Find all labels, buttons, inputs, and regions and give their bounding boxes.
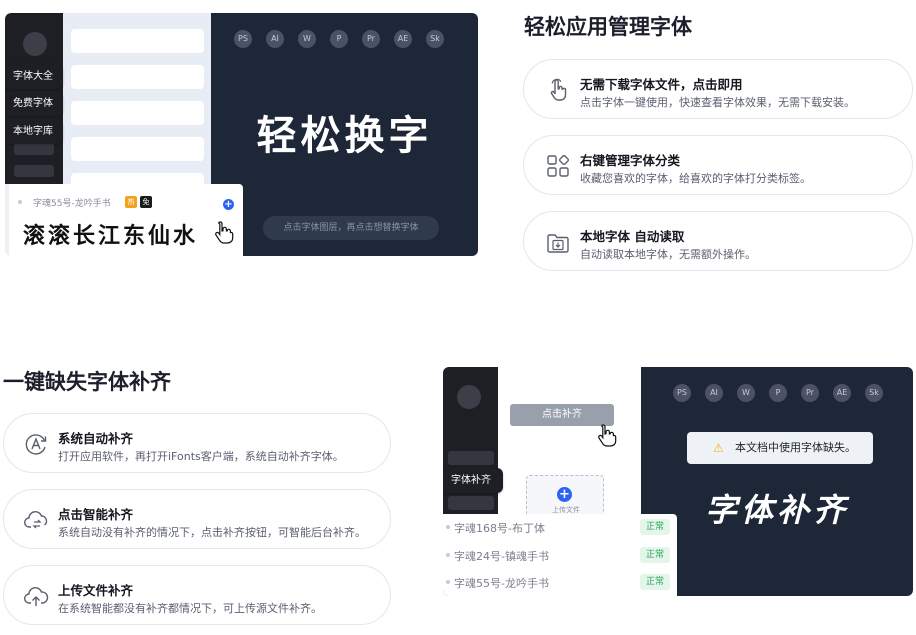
free-badge: 免 (140, 196, 152, 208)
design-canvas: PS AI W P Pr AE Sk 轻松换字 点击字体图层，再点击想替换字体 (211, 13, 478, 256)
feature-card-local-fonts: 本地字体 自动读取 自动读取本地字体，无需额外操作。 (523, 211, 913, 271)
avatar[interactable] (23, 32, 47, 56)
font-name: 字魂55号-龙吟手书 (454, 577, 549, 590)
font-list-pane (63, 13, 211, 197)
feature-desc: 系统自动没有补齐的情况下，点击补齐按钮，可智能后台补齐。 (58, 526, 366, 539)
app-icon-ps[interactable]: PS (234, 30, 252, 48)
preview-text: 字体补齐 (704, 491, 849, 529)
feature-title: 点击智能补齐 (58, 507, 134, 522)
app-icon-premiere[interactable]: Pr (801, 384, 819, 402)
app-icon-sketch[interactable]: Sk (865, 384, 883, 402)
list-placeholder-row (71, 137, 204, 161)
hint-bar: 点击字体图层，再点击想替换字体 (263, 216, 439, 240)
font-name: 字魂24号-镇魂手书 (454, 550, 549, 563)
app-icon-ai[interactable]: AI (266, 30, 284, 48)
status-badge: 正常 (640, 519, 670, 535)
warning-icon: ⚠ (713, 441, 724, 455)
feature-title: 无需下载字体文件，点击即用 (580, 77, 743, 92)
app-icon-premiere[interactable]: Pr (362, 30, 380, 48)
section-title-manage: 轻松应用管理字体 (524, 15, 692, 39)
hand-cursor-icon (215, 221, 234, 244)
design-canvas: PS AI W P Pr AE Sk ⚠ 本文档中使用字体缺失。 字体补齐 (641, 367, 913, 596)
hot-badge: 热 (125, 196, 137, 208)
bullet-dot (446, 525, 450, 529)
upload-plus-icon: + (557, 487, 572, 502)
list-item[interactable]: 字魂24号-镇魂手书 正常 (443, 542, 677, 569)
feature-title: 上传文件补齐 (58, 583, 134, 598)
font-sample-text: 滚滚长江东仙水 (23, 223, 199, 249)
app-icon-word[interactable]: W (737, 384, 755, 402)
feature-desc: 收藏您喜欢的字体，给喜欢的字体打分类标签。 (580, 172, 811, 185)
feature-desc: 自动读取本地字体，无需额外操作。 (580, 248, 756, 261)
list-item[interactable]: 字魂55号-龙吟手书 正常 (443, 569, 677, 596)
feature-desc: 打开应用软件，再打开iFonts客户端，系统自动补齐字体。 (58, 450, 344, 463)
add-font-button[interactable]: + (223, 199, 234, 210)
auto-text-icon (25, 434, 47, 455)
app-icon-ppt[interactable]: P (330, 30, 348, 48)
tap-hand-icon (550, 78, 567, 101)
font-card[interactable]: 字魂55号-龙吟手书 热 免 + 滚滚长江东仙水 (9, 184, 243, 256)
feature-desc: 点击字体一键使用，快速查看字体效果，无需下载安装。 (580, 96, 855, 109)
feature-card-smart-fill: 点击智能补齐 系统自动没有补齐的情况下，点击补齐按钮，可智能后台补齐。 (3, 489, 391, 549)
font-name: 字魂168号-布丁体 (454, 522, 545, 535)
app-icon-ppt[interactable]: P (769, 384, 787, 402)
sidebar-item-local-fonts[interactable]: 本地字库 (5, 120, 63, 144)
sidebar-item-all-fonts[interactable]: 字体大全 (5, 65, 63, 89)
sidebar-item-free-fonts[interactable]: 免费字体 (5, 92, 63, 116)
alert-text: 本文档中使用字体缺失。 (735, 441, 856, 454)
bullet-dot (446, 580, 450, 584)
category-grid-icon (547, 154, 570, 177)
missing-font-alert: ⚠ 本文档中使用字体缺失。 (687, 432, 873, 464)
font-name: 字魂55号-龙吟手书 (33, 199, 111, 209)
app-icon-ai[interactable]: AI (705, 384, 723, 402)
hand-cursor-icon (598, 424, 617, 447)
app-icon-sketch[interactable]: Sk (426, 30, 444, 48)
bullet-dot (18, 200, 22, 204)
feature-card-categories: 右键管理字体分类 收藏您喜欢的字体，给喜欢的字体打分类标签。 (523, 135, 913, 195)
feature-desc: 在系统智能都没有补齐都情况下，可上传源文件补齐。 (58, 602, 322, 615)
status-badge: 正常 (640, 574, 670, 590)
app-icon-after-effects[interactable]: AE (394, 30, 412, 48)
app-icon-word[interactable]: W (298, 30, 316, 48)
folder-download-icon (547, 234, 569, 253)
sidebar-placeholder (14, 143, 54, 155)
feature-card-auto-fill: 系统自动补齐 打开应用软件，再打开iFonts客户端，系统自动补齐字体。 (3, 413, 391, 473)
app-icon-ps[interactable]: PS (673, 384, 691, 402)
bullet-dot (446, 553, 450, 557)
font-manager-mockup: 字体大全 免费字体 本地字库 PS AI W P Pr AE Sk 轻松换字 点… (5, 13, 478, 256)
font-fill-mockup: 点击补齐 + 上传文件 PS AI W P Pr AE Sk ⚠ 本文档中使用字… (443, 367, 913, 596)
sidebar-placeholder (448, 496, 494, 510)
sidebar-placeholder (14, 165, 54, 177)
avatar[interactable] (457, 385, 481, 409)
smart-cloud-icon (24, 511, 48, 529)
feature-card-click-to-use: 无需下载字体文件，点击即用 点击字体一键使用，快速查看字体效果，无需下载安装。 (523, 59, 913, 119)
list-placeholder-row (71, 101, 204, 125)
feature-title: 系统自动补齐 (58, 431, 134, 446)
feature-title: 右键管理字体分类 (580, 153, 681, 168)
feature-title: 本地字体 自动读取 (580, 229, 685, 244)
list-placeholder-row (71, 29, 204, 53)
list-item[interactable]: 字魂168号-布丁体 正常 (443, 514, 677, 541)
sidebar-placeholder (448, 451, 494, 465)
upload-dropzone[interactable]: + 上传文件 (526, 475, 604, 517)
preview-text: 轻松换字 (256, 112, 433, 159)
status-badge: 正常 (640, 547, 670, 563)
cloud-upload-icon (24, 587, 49, 606)
sidebar-item-font-fill[interactable]: 字体补齐 (443, 468, 503, 493)
app-icon-after-effects[interactable]: AE (833, 384, 851, 402)
section-title-fill: 一键缺失字体补齐 (3, 370, 171, 394)
list-placeholder-row (71, 65, 204, 89)
font-status-list: 字魂168号-布丁体 正常 字魂24号-镇魂手书 正常 字魂55号-龙吟手书 正… (443, 514, 677, 596)
feature-card-upload-fill: 上传文件补齐 在系统智能都没有补齐都情况下，可上传源文件补齐。 (3, 565, 391, 625)
